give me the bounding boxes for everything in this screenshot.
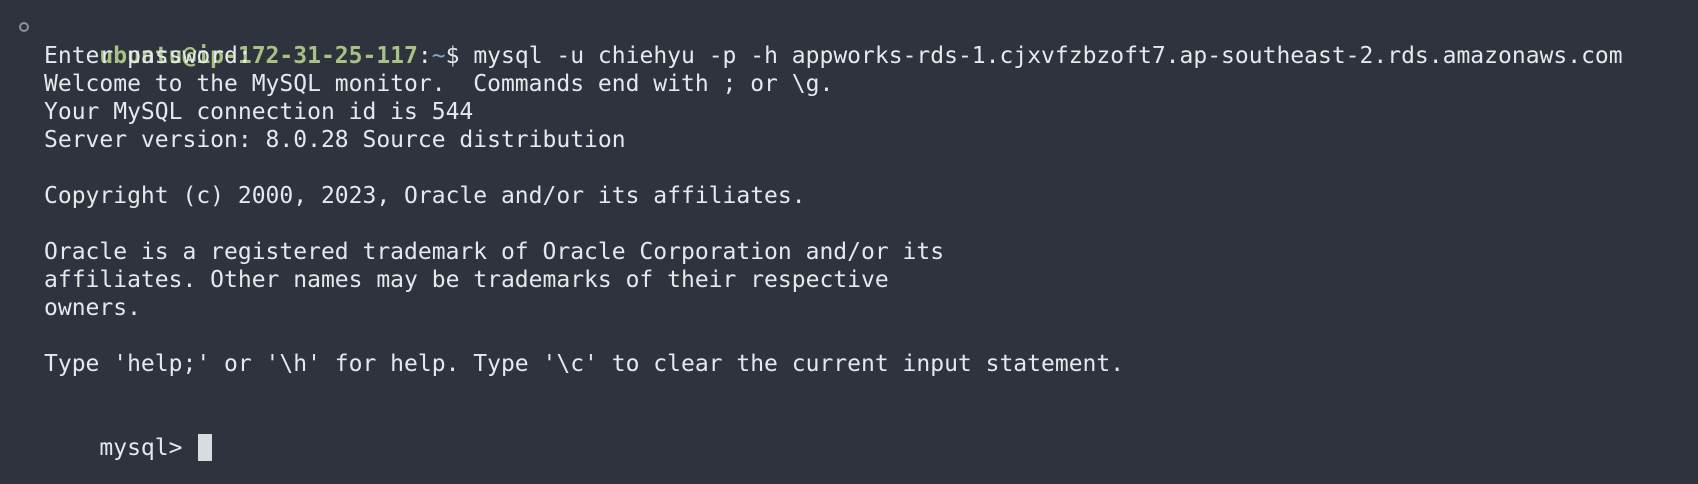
- output-line: Your MySQL connection id is 544: [44, 99, 474, 125]
- output-line: Copyright (c) 2000, 2023, Oracle and/or …: [44, 183, 806, 209]
- text-cursor: [198, 434, 213, 461]
- output-line: Type 'help;' or '\h' for help. Type '\c'…: [44, 351, 1125, 377]
- mysql-prompt: mysql>: [99, 435, 197, 461]
- output-line: owners.: [44, 295, 141, 321]
- status-circle-icon: [19, 22, 29, 32]
- mysql-input-line[interactable]: mysql>: [0, 406, 1698, 461]
- output-line: affiliates. Other names may be trademark…: [44, 267, 889, 293]
- output-line: Oracle is a registered trademark of Orac…: [44, 239, 945, 265]
- command-line: ubuntu@ip-172-31-25-117:~$ mysql -u chie…: [0, 14, 1698, 69]
- terminal-window[interactable]: ubuntu@ip-172-31-25-117:~$ mysql -u chie…: [0, 0, 1698, 484]
- output-line: Server version: 8.0.28 Source distributi…: [44, 127, 626, 153]
- output-line: Enter password:: [44, 43, 252, 69]
- output-line: Welcome to the MySQL monitor. Commands e…: [44, 71, 834, 97]
